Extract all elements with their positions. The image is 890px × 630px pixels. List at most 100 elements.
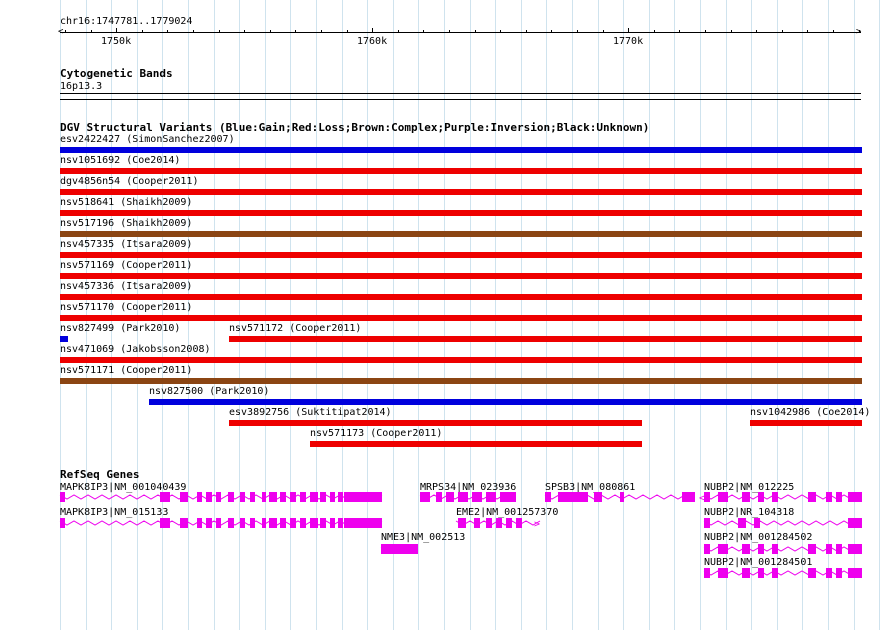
- variant-label: nsv827500 (Park2010): [149, 386, 270, 397]
- gene-exon-block: [836, 544, 842, 554]
- cytoband-label: 16p13.3: [60, 81, 103, 92]
- ruler-label-1750k: 1750k: [101, 36, 132, 47]
- variant-label: esv2422427 (SimonSanchez2007): [60, 134, 235, 145]
- genome-browser-panel: chr16:1747781..1779024 < > 1750k 1760k 1…: [0, 0, 890, 630]
- gene-exon-block: [754, 518, 760, 528]
- ruler-minor-tick: [295, 30, 296, 33]
- variant-bar-loss[interactable]: [60, 294, 862, 300]
- ruler-major-tick: [372, 28, 373, 33]
- variant-label: nsv571171 (Cooper2011): [60, 365, 193, 376]
- gene-exon-block: [772, 544, 778, 554]
- ruler-minor-tick: [219, 30, 220, 33]
- variant-bar-loss[interactable]: [60, 273, 862, 279]
- gene-exon-block: [704, 568, 710, 578]
- grid-line: [879, 0, 880, 630]
- variant-bar-complex[interactable]: [60, 231, 862, 237]
- gene-exon-block: [758, 492, 764, 502]
- ruler-minor-tick: [398, 30, 399, 33]
- gene-exon-block: [758, 544, 764, 554]
- gene-strand-arrow-icon: >: [854, 569, 860, 580]
- variant-label: nsv571170 (Cooper2011): [60, 302, 193, 313]
- variant-bar-loss[interactable]: [750, 420, 862, 426]
- ruler-minor-tick: [833, 30, 834, 33]
- ruler-minor-tick: [526, 30, 527, 33]
- ruler-minor-tick: [91, 30, 92, 33]
- gene-model[interactable]: >: [0, 542, 890, 556]
- gene-exon-block: [826, 492, 832, 502]
- variant-bar-gain[interactable]: [60, 336, 68, 342]
- gene-strand-arrow-icon: >: [854, 545, 860, 556]
- variant-label: nsv571169 (Cooper2011): [60, 260, 193, 271]
- ruler-minor-tick: [859, 30, 860, 33]
- variant-bar-loss[interactable]: [229, 420, 642, 426]
- gene-exon-block: [836, 568, 842, 578]
- gene-exon-block: [704, 518, 710, 528]
- gene-exon-block: [758, 568, 764, 578]
- ruler-minor-tick: [167, 30, 168, 33]
- ruler-left-arrow: <: [58, 27, 64, 37]
- variant-bar-loss[interactable]: [60, 189, 862, 195]
- variant-label: nsv457336 (Itsara2009): [60, 281, 193, 292]
- variant-label: nsv827499 (Park2010): [60, 323, 181, 334]
- gene-exon-block: [772, 568, 778, 578]
- variant-bar-loss[interactable]: [60, 315, 862, 321]
- gene-model[interactable]: >: [0, 516, 890, 530]
- variant-bar-loss[interactable]: [60, 252, 862, 258]
- variant-bar-loss[interactable]: [60, 210, 862, 216]
- ruler-minor-tick: [603, 30, 604, 33]
- ruler-major-tick: [116, 28, 117, 33]
- variant-label: nsv471069 (Jakobsson2008): [60, 344, 211, 355]
- gene-exon-block: [704, 544, 710, 554]
- ruler-minor-tick: [244, 30, 245, 33]
- refseq-track-title[interactable]: RefSeq Genes: [60, 469, 139, 481]
- variant-label: nsv518641 (Shaikh2009): [60, 197, 193, 208]
- gene-exon-block: [808, 492, 816, 502]
- variant-bar-gain[interactable]: [149, 399, 862, 405]
- ruler-minor-tick: [347, 30, 348, 33]
- ruler-minor-tick: [782, 30, 783, 33]
- gene-exon-block: [718, 568, 728, 578]
- gene-exon-block: [826, 544, 832, 554]
- variant-bar-loss[interactable]: [60, 357, 862, 363]
- ruler-major-tick: [628, 28, 629, 33]
- variant-label: esv3892756 (Suktitipat2014): [229, 407, 392, 418]
- variant-bar-loss[interactable]: [310, 441, 642, 447]
- variant-label: nsv1051692 (Coe2014): [60, 155, 181, 166]
- gene-exon-block: [718, 544, 728, 554]
- gene-exon-block: [808, 568, 816, 578]
- cytoband-bottom-border: [60, 99, 861, 100]
- ruler-minor-tick: [475, 30, 476, 33]
- variant-label: nsv517196 (Shaikh2009): [60, 218, 193, 229]
- gene-exon-block: [718, 492, 728, 502]
- ruler-minor-tick: [551, 30, 552, 33]
- gene-exon-block: [808, 544, 816, 554]
- ruler-minor-tick: [731, 30, 732, 33]
- variant-label: nsv1042986 (Coe2014): [750, 407, 871, 418]
- variant-bar-loss[interactable]: [60, 168, 862, 174]
- ruler-minor-tick: [142, 30, 143, 33]
- ruler-minor-tick: [756, 30, 757, 33]
- variant-bar-complex[interactable]: [60, 378, 862, 384]
- gene-strand-arrow-icon: >: [854, 493, 860, 504]
- variant-bar-loss[interactable]: [229, 336, 862, 342]
- cytoband-track-title[interactable]: Cytogenetic Bands: [60, 68, 173, 80]
- ruler-minor-tick: [705, 30, 706, 33]
- gene-exon-block: [826, 568, 832, 578]
- ruler-minor-tick: [679, 30, 680, 33]
- gene-strand-arrow-icon: >: [854, 519, 860, 530]
- variant-bar-gain[interactable]: [60, 147, 862, 153]
- gene-exon-block: [742, 568, 750, 578]
- position-label: chr16:1747781..1779024: [60, 16, 193, 27]
- gene-model[interactable]: >: [0, 566, 890, 580]
- gene-exon-block: [704, 492, 710, 502]
- gene-exon-block: [742, 544, 750, 554]
- ruler-label-1760k: 1760k: [357, 36, 388, 47]
- ruler-minor-tick: [270, 30, 271, 33]
- gene-model[interactable]: >: [0, 490, 890, 504]
- ruler-axis: [60, 32, 861, 33]
- dgv-track-title[interactable]: DGV Structural Variants (Blue:Gain;Red:L…: [60, 122, 649, 134]
- ruler-minor-tick: [654, 30, 655, 33]
- cytoband-top-border: [60, 93, 861, 94]
- ruler-minor-tick: [449, 30, 450, 33]
- gene-exon-block: [742, 492, 750, 502]
